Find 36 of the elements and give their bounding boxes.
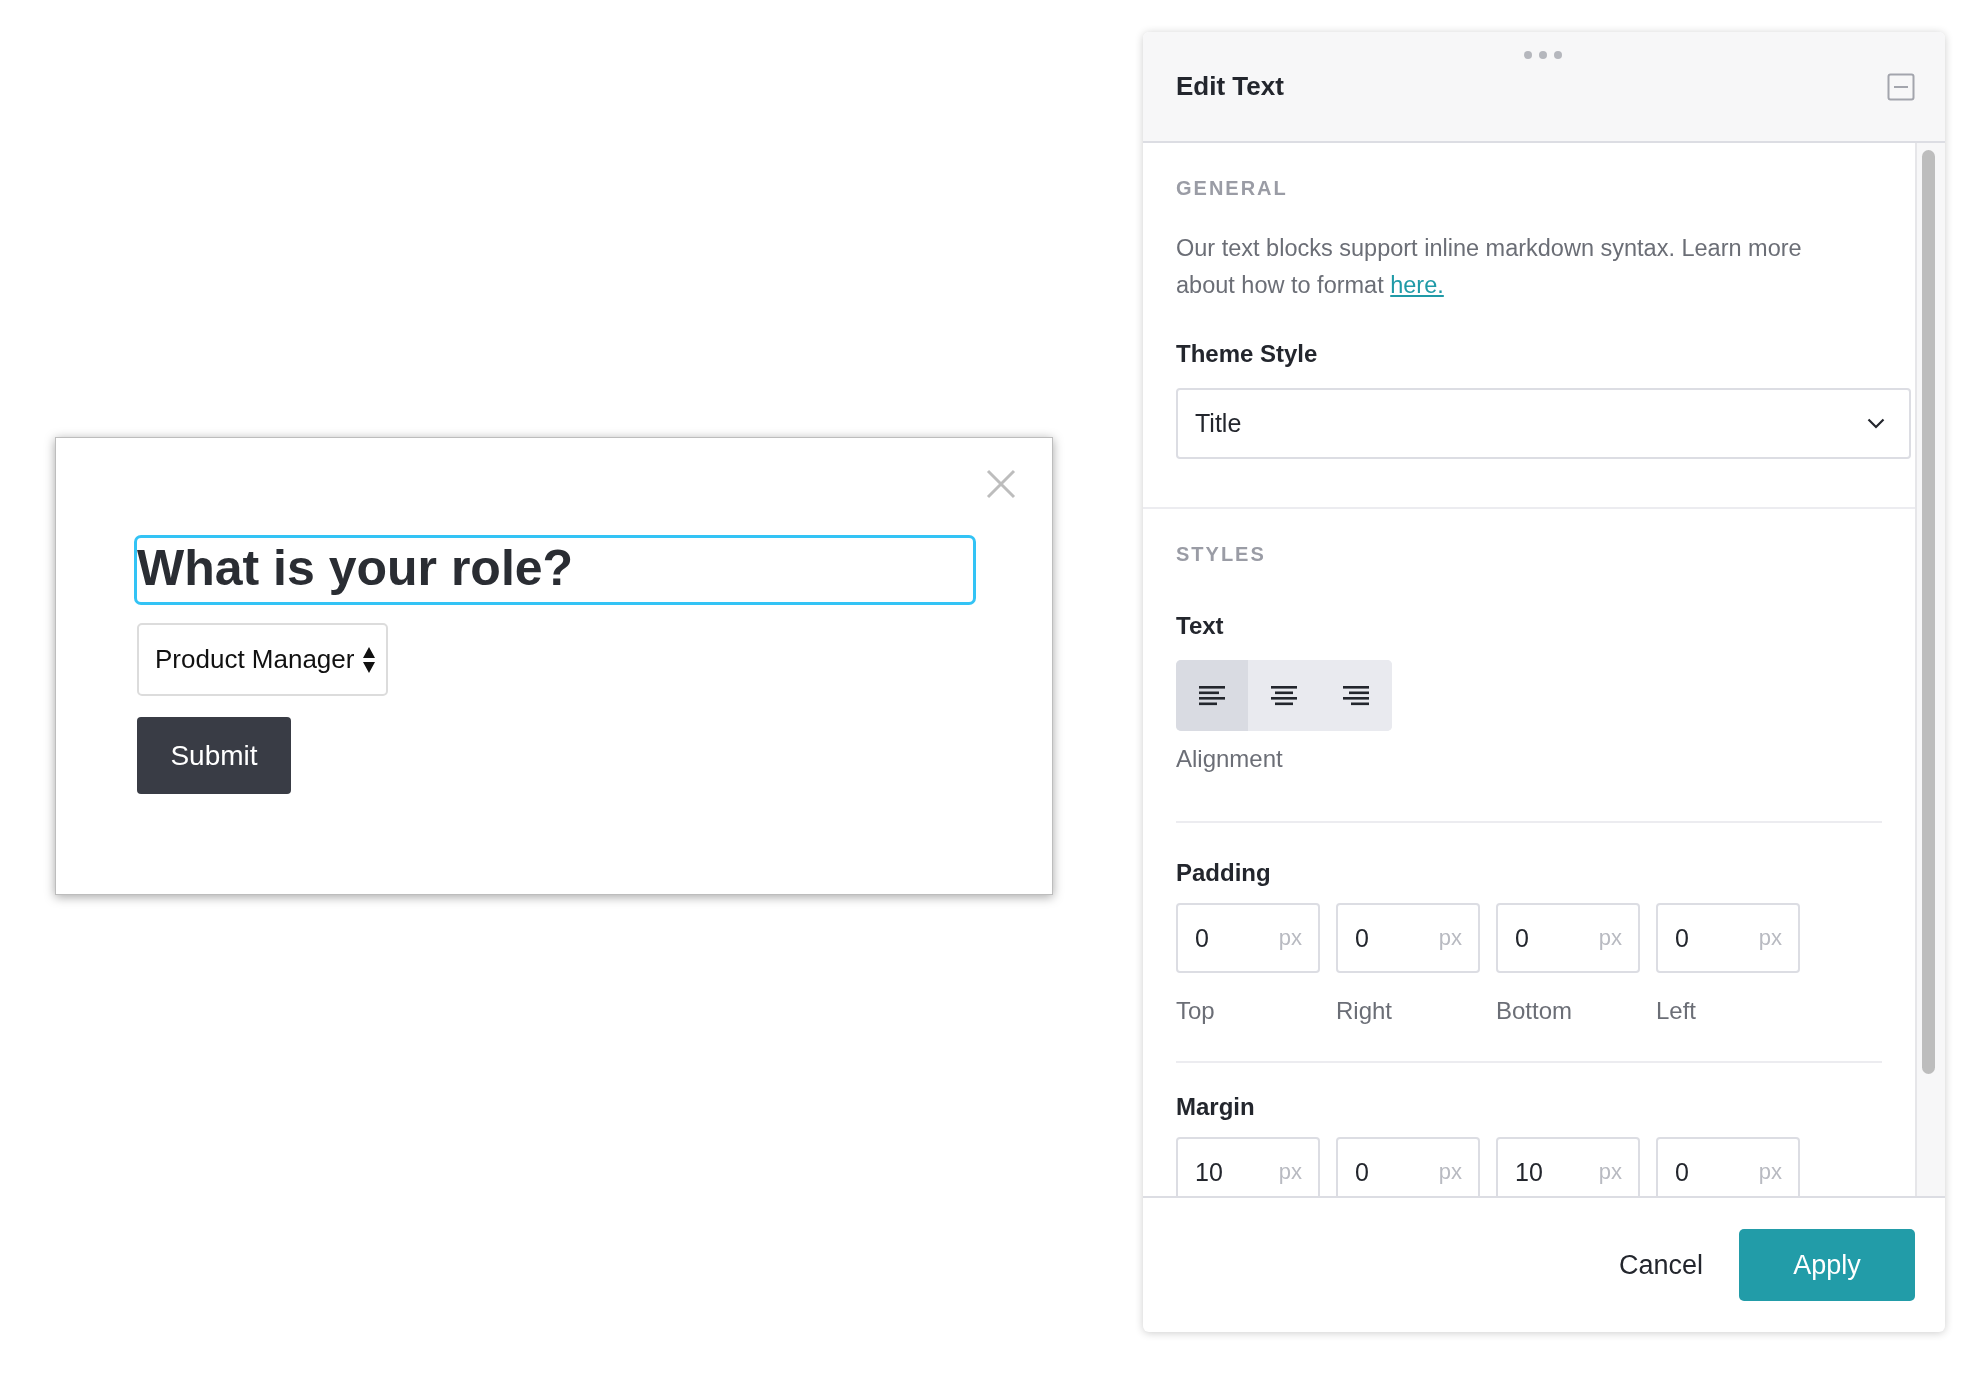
help-text: Our text blocks support inline markdown syntax. Learn more about how to format here. (1176, 234, 1803, 300)
chevron-down-icon (1867, 418, 1885, 429)
field-label: Text (1176, 612, 1225, 640)
unit-label: px (1758, 925, 1782, 951)
side-label: Right (1336, 997, 1394, 1025)
unit-label: px (1598, 1159, 1622, 1185)
drag-handle-icon[interactable] (1523, 50, 1563, 60)
section-heading: STYLES (1176, 543, 1267, 566)
side-label: Top (1176, 997, 1216, 1025)
updown-icon (362, 645, 377, 674)
alignment-label: Alignment (1176, 745, 1284, 773)
align-right-icon (1343, 685, 1369, 706)
close-icon[interactable] (986, 469, 1016, 499)
field-label: Padding (1176, 859, 1272, 887)
section-heading: GENERAL (1176, 177, 1289, 200)
panel-title: Edit Text (1176, 71, 1284, 102)
unit-label: px (1438, 1159, 1462, 1185)
heading-field[interactable]: What is your role? (134, 535, 976, 605)
role-select[interactable]: Product Manager (137, 623, 389, 696)
submit-button[interactable]: Submit (137, 717, 291, 794)
unit-label: px (1278, 1159, 1302, 1185)
unit-label: px (1438, 925, 1462, 951)
unit-label: px (1278, 925, 1302, 951)
align-center-icon (1271, 685, 1297, 706)
minimize-icon[interactable] (1887, 72, 1915, 101)
side-label: Left (1656, 997, 1698, 1025)
align-left-icon (1199, 685, 1225, 706)
field-label: Margin (1176, 1093, 1256, 1121)
theme-style-select[interactable]: Title (1176, 388, 1911, 459)
unit-label: px (1758, 1159, 1782, 1185)
cancel-button[interactable]: Cancel (1614, 1243, 1707, 1287)
scrollbar[interactable] (1915, 143, 1945, 1196)
alignment-button[interactable] (1176, 660, 1248, 731)
unit-label: px (1598, 925, 1622, 951)
side-label: Bottom (1496, 997, 1574, 1025)
field-label: Theme Style (1176, 340, 1319, 368)
